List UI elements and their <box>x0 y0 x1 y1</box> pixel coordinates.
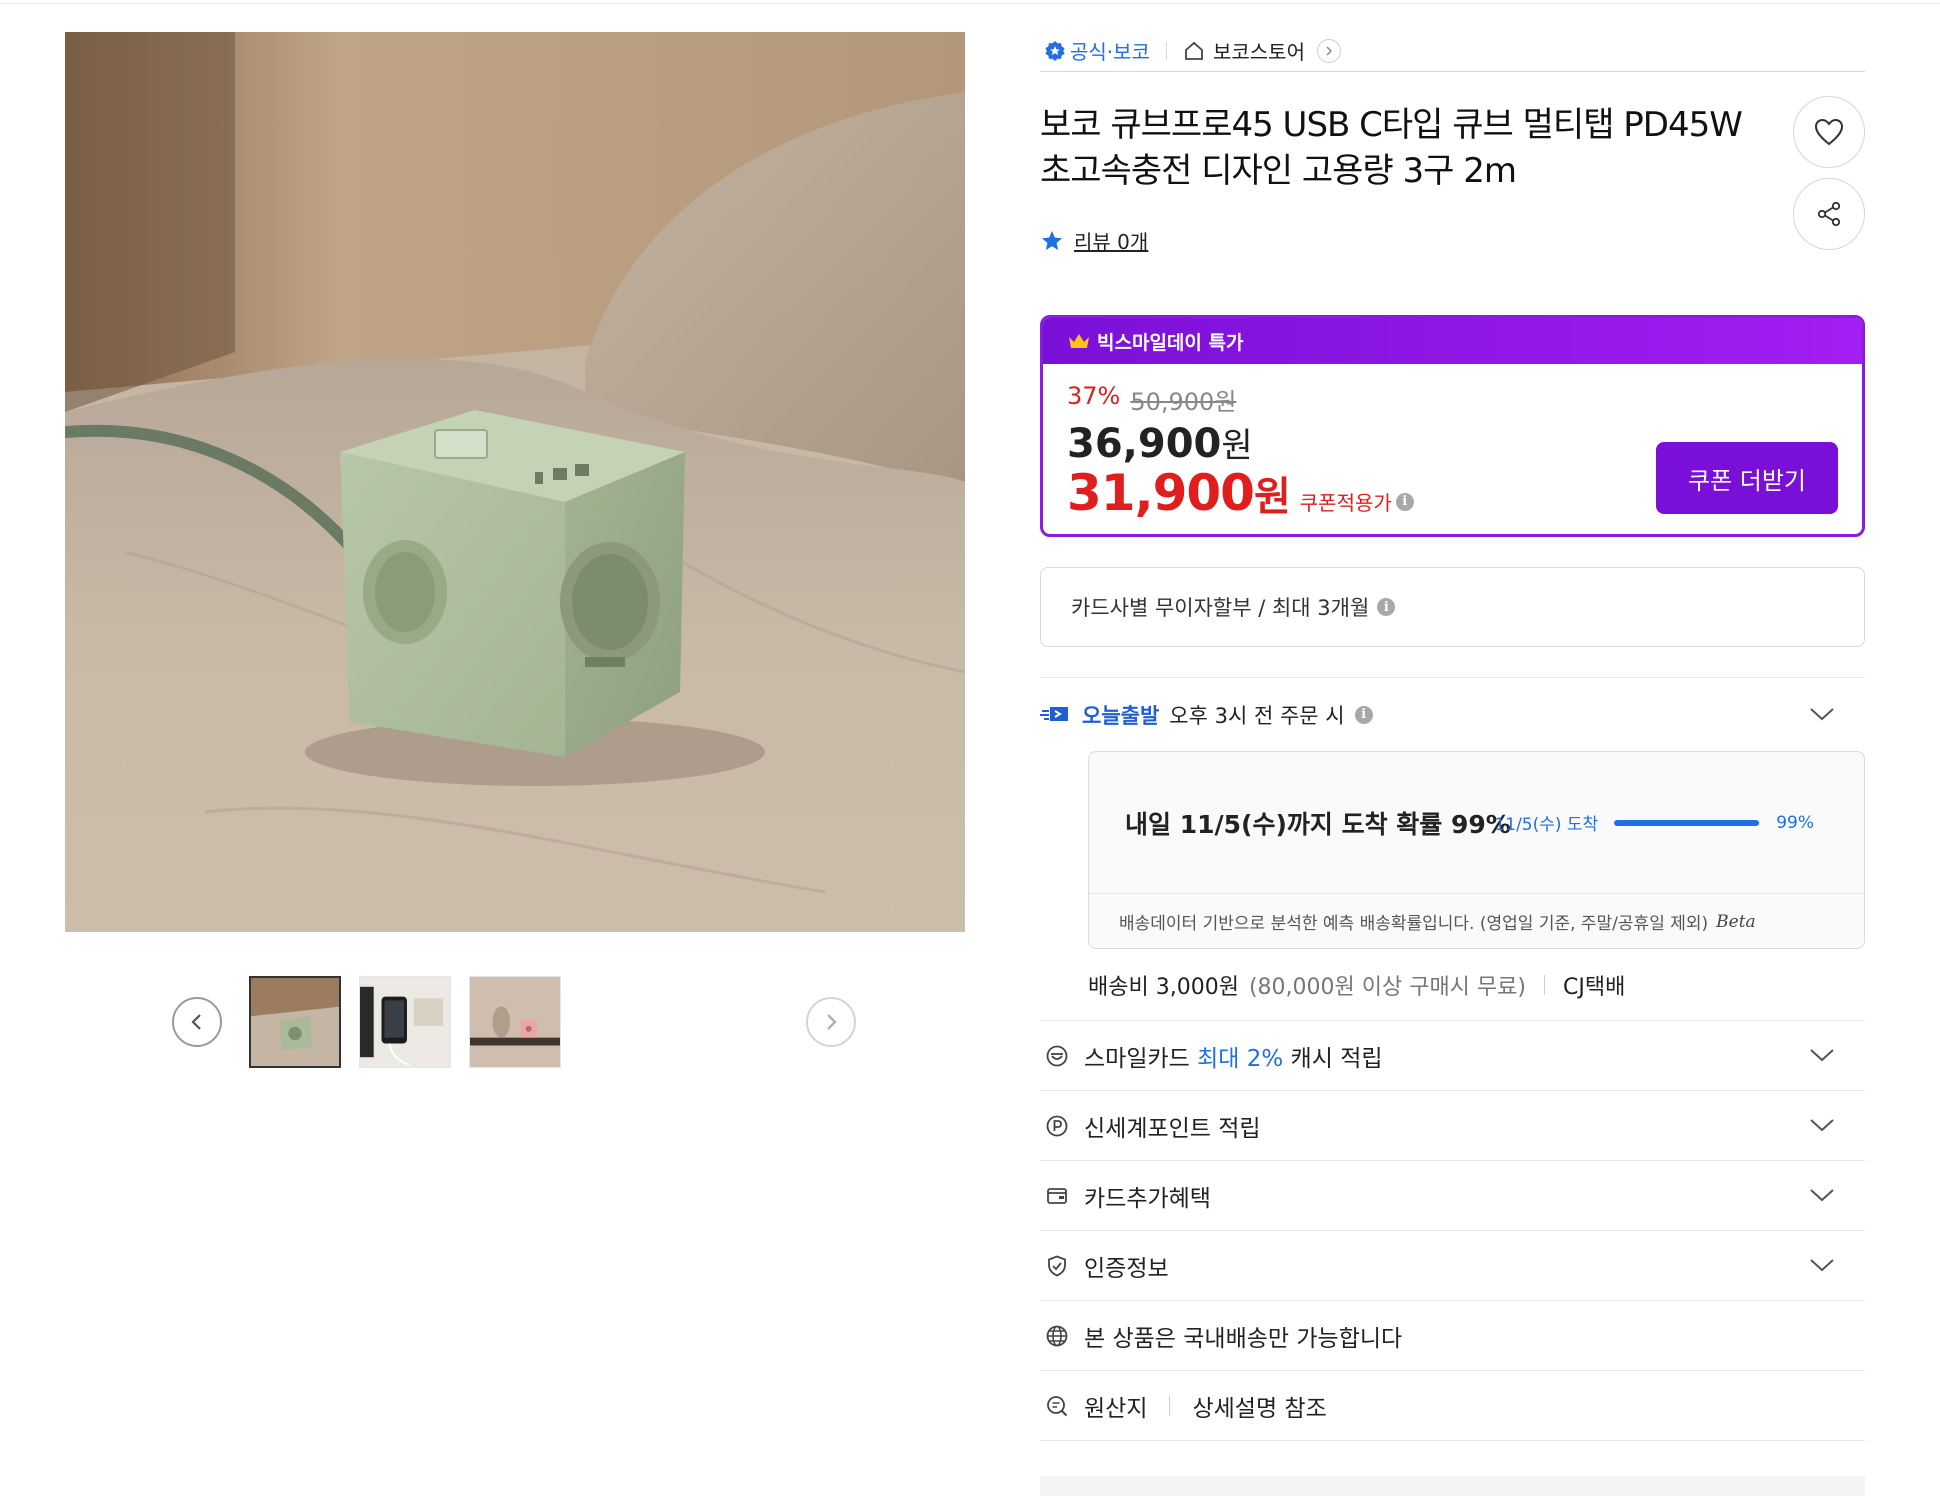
thumbnail-1[interactable] <box>249 976 341 1068</box>
coupon-price-value: 31,900 <box>1067 464 1255 522</box>
product-info-panel: 공식·보코 보코스토어 보코 큐브프로45 USB C타입 큐브 멀티탭 PD4… <box>1040 30 1865 1441</box>
home-icon <box>1185 41 1203 60</box>
installment-text: 카드사별 무이자할부 / 최대 3개월 <box>1071 596 1370 620</box>
coupon-download-button[interactable]: 쿠폰 더받기 <box>1656 442 1838 514</box>
discount-line: 37% 50,900원 <box>1067 382 1236 417</box>
official-brand-label: 공식·보코 <box>1070 40 1150 64</box>
thumbnail-3[interactable] <box>469 976 561 1068</box>
benefit-text: 스마일카드 최대 2% 캐시 적립 <box>1084 1039 1383 1073</box>
benefit-text: 본 상품은 국내배송만 가능합니다 <box>1084 1325 1403 1352</box>
benefit-text: 인증정보 <box>1084 1255 1169 1282</box>
coupon-price-label-text: 쿠폰적용가 <box>1299 491 1392 515</box>
fast-delivery-icon <box>1040 706 1068 721</box>
chevron-down-icon[interactable] <box>1809 1043 1835 1069</box>
title-row: 보코 큐브프로45 USB C타입 큐브 멀티탭 PD45W 초고속충전 디자인… <box>1040 96 1865 250</box>
prediction-percent: 99% <box>1776 812 1814 833</box>
chevron-down-icon[interactable] <box>1809 1113 1835 1139</box>
thumbnail-list <box>249 976 561 1068</box>
globe-icon <box>1044 1323 1070 1349</box>
brand-row: 공식·보코 보코스토어 <box>1040 30 1865 72</box>
benefit-text-post: 캐시 적립 <box>1283 1045 1383 1072</box>
heart-icon <box>1814 118 1844 146</box>
coupon-price-label: 쿠폰적용가 i <box>1300 487 1414 516</box>
beta-label: Beta <box>1716 911 1756 932</box>
sale-price-unit: 원 <box>1221 426 1253 466</box>
benefit-card-extra[interactable]: 카드추가혜택 <box>1040 1161 1865 1231</box>
product-title: 보코 큐브프로45 USB C타입 큐브 멀티탭 PD45W 초고속충전 디자인… <box>1040 105 1743 191</box>
main-product-image <box>65 32 965 932</box>
chevron-right-icon <box>827 1014 837 1030</box>
prediction-note: 배송데이터 기반으로 분석한 예측 배송확률입니다. (영업일 기준, 주말/공… <box>1089 894 1864 949</box>
gallery-prev-button[interactable] <box>172 997 222 1047</box>
prediction-bar <box>1614 819 1761 826</box>
official-badge-icon <box>1045 40 1065 61</box>
crown-icon <box>1069 334 1089 348</box>
benefit-text: 신세계포인트 적립 <box>1084 1115 1261 1142</box>
next-section-edge <box>1040 1476 1865 1496</box>
chevron-left-icon <box>191 1014 201 1030</box>
chevron-down-icon[interactable] <box>1809 1183 1835 1209</box>
prediction-note-text: 배송데이터 기반으로 분석한 예측 배송확률입니다. (영업일 기준, 주말/공… <box>1119 914 1709 934</box>
divider <box>1543 974 1545 995</box>
today-shipping-row[interactable]: 오늘출발 오후 3시 전 주문 시 i <box>1040 677 1865 751</box>
review-link[interactable]: 리뷰 0개 <box>1074 226 1148 255</box>
card-icon <box>1044 1183 1070 1209</box>
info-icon[interactable]: i <box>1354 705 1373 724</box>
delivery-prediction-box: 내일 11/5(수)까지 도착 확률 99% 11/5(수) 도착 99% 배송… <box>1088 751 1865 949</box>
review-row: 리뷰 0개 <box>1040 226 1865 255</box>
smile-card-icon <box>1044 1043 1070 1069</box>
origin-value: 상세설명 참조 <box>1192 1395 1327 1422</box>
coupon-price-unit: 원 <box>1253 474 1291 520</box>
star-icon <box>1042 230 1062 250</box>
info-icon[interactable]: i <box>1377 598 1396 616</box>
origin-label: 원산지 <box>1084 1395 1148 1422</box>
point-icon <box>1044 1113 1070 1139</box>
share-button[interactable] <box>1793 178 1865 250</box>
today-shipping-label: 오늘출발 <box>1082 703 1160 728</box>
discount-rate: 37% <box>1067 382 1121 410</box>
store-label: 보코스토어 <box>1212 40 1305 64</box>
share-icon <box>1817 201 1841 227</box>
official-brand-link[interactable]: 공식·보코 <box>1044 36 1150 65</box>
chevron-down-icon[interactable] <box>1809 703 1835 727</box>
benefit-text-pre: 스마일카드 <box>1084 1045 1198 1072</box>
coupon-price-row: 31,900원 쿠폰적용가 i <box>1067 464 1414 522</box>
thumbnail-2[interactable] <box>359 976 451 1068</box>
event-label: 빅스마일데이 특가 <box>1097 331 1244 354</box>
shield-check-icon <box>1044 1253 1070 1279</box>
coupon-price: 31,900원 <box>1067 464 1291 522</box>
gallery-next-button[interactable] <box>806 997 856 1047</box>
top-divider <box>0 0 1940 4</box>
shipping-fee-row: 배송비 3,000원 (80,000원 이상 구매시 무료) CJ택배 <box>1040 949 1865 1021</box>
prediction-bar-group: 11/5(수) 도착 99% <box>1494 810 1814 836</box>
installment-box[interactable]: 카드사별 무이자할부 / 최대 3개월 i <box>1040 567 1865 647</box>
chevron-right-icon <box>1316 38 1341 63</box>
benefit-shinsegae-point[interactable]: 신세계포인트 적립 <box>1040 1091 1865 1161</box>
shipping-fee-condition: (80,000원 이상 구매시 무료) <box>1248 974 1526 1000</box>
prediction-date: 11/5(수) 도착 <box>1494 815 1599 835</box>
search-doc-icon <box>1044 1393 1070 1419</box>
brand-divider <box>1165 41 1167 60</box>
store-link[interactable]: 보코스토어 <box>1183 36 1341 65</box>
benefit-highlight: 최대 2% <box>1197 1045 1284 1072</box>
event-banner: 빅스마일데이 특가 <box>1043 318 1862 364</box>
sale-price-value: 36,900 <box>1067 421 1222 467</box>
shipping-cutoff: 오후 3시 전 주문 시 <box>1169 703 1345 728</box>
benefit-text: 카드추가혜택 <box>1084 1185 1211 1212</box>
sale-price: 36,900원 <box>1067 418 1253 467</box>
divider <box>1169 1395 1171 1416</box>
carrier-name: CJ택배 <box>1562 974 1626 1000</box>
info-icon[interactable]: i <box>1395 492 1414 511</box>
wishlist-button[interactable] <box>1793 96 1865 168</box>
origin-row: 원산지 상세설명 참조 <box>1040 1371 1865 1441</box>
prediction-bar-fill <box>1614 819 1759 826</box>
benefit-certification[interactable]: 인증정보 <box>1040 1231 1865 1301</box>
chevron-down-icon[interactable] <box>1809 1253 1835 1279</box>
price-box: 빅스마일데이 특가 37% 50,900원 36,900원 31,900원 쿠폰… <box>1040 315 1865 537</box>
benefit-smile-card[interactable]: 스마일카드 최대 2% 캐시 적립 <box>1040 1021 1865 1091</box>
domestic-shipping-notice: 본 상품은 국내배송만 가능합니다 <box>1040 1301 1865 1371</box>
shipping-fee: 배송비 3,000원 <box>1088 974 1239 1000</box>
original-price: 50,900원 <box>1130 388 1237 416</box>
prediction-title: 내일 11/5(수)까지 도착 확률 99% <box>1125 809 1511 839</box>
